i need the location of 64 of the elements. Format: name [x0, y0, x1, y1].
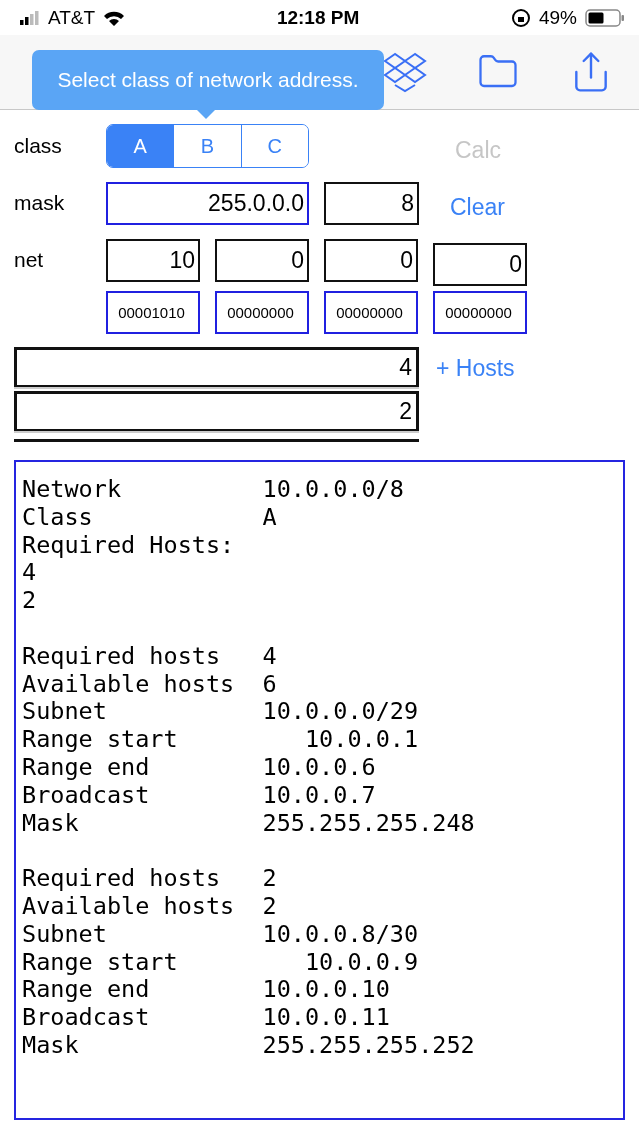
tooltip: Select class of network address.: [32, 50, 384, 110]
output-label: Broadcast: [22, 1004, 151, 1032]
output-label: Range end: [22, 753, 151, 782]
clock-time: 12:18 PM: [276, 6, 360, 29]
output-label: Required hosts: [22, 865, 222, 893]
output-value: 2: [262, 892, 277, 921]
octet-field[interactable]: 10: [106, 238, 200, 282]
output-text: Required Hosts:: [22, 531, 235, 560]
octet-field[interactable]: 0: [433, 242, 527, 286]
output-label: Network: [22, 476, 123, 504]
output-value: 10.0.0.11: [262, 1004, 390, 1032]
battery-icon: [585, 8, 625, 27]
output-value: 10.0.0.8/30: [262, 920, 419, 949]
output-value: 4: [262, 642, 277, 671]
octet-field[interactable]: 0: [324, 238, 418, 282]
output-value: 255.255.255.248: [262, 809, 475, 838]
wifi-icon: [103, 9, 126, 26]
clear-button[interactable]: Clear: [450, 193, 505, 221]
output-label: Range end: [22, 976, 151, 1005]
output-label: Range start: [22, 948, 179, 977]
battery-percent: 49%: [538, 6, 577, 29]
output-text: 4: [22, 559, 37, 588]
output-label: Available hosts: [22, 670, 236, 699]
output-value: 6: [262, 670, 277, 699]
output-value: 2: [262, 865, 277, 893]
output-label: Available hosts: [22, 892, 236, 921]
binary-field: 00000000: [324, 291, 418, 334]
tooltip-pointer-icon: [196, 109, 216, 119]
class-label: class: [14, 134, 63, 158]
net-label: net: [14, 248, 45, 272]
binary-field: 00000000: [433, 291, 527, 334]
output-value: 10.0.0.1: [304, 726, 419, 754]
output-label: Broadcast: [22, 781, 151, 810]
output-value: 10.0.0.0/29: [262, 698, 419, 727]
binary-field: 00001010: [106, 291, 200, 334]
output-value: 10.0.0.9: [304, 948, 419, 977]
class-segment[interactable]: C: [240, 125, 308, 167]
output-label: Subnet: [22, 698, 108, 727]
prefix-field[interactable]: 8: [324, 181, 419, 225]
output-label: Mask: [22, 809, 80, 838]
output-value: 10.0.0.0/8: [262, 476, 404, 504]
octet-field[interactable]: 0: [215, 238, 309, 282]
output-value: A: [262, 503, 277, 532]
carrier-name: AT&T: [48, 6, 96, 29]
class-segment[interactable]: A: [107, 125, 174, 167]
mask-label: mask: [14, 191, 66, 215]
output-label: Mask: [22, 1031, 80, 1060]
output-label: Range start: [22, 726, 179, 754]
output-value: 10.0.0.7: [262, 781, 376, 810]
signal-icon: [20, 10, 40, 25]
output-text: 2: [22, 587, 37, 615]
rotation-lock-icon: [510, 7, 531, 28]
output-label: Subnet: [22, 920, 108, 949]
add-hosts-button[interactable]: + Hosts: [436, 355, 515, 382]
output-value: 255.255.255.252: [262, 1031, 475, 1060]
hosts-field[interactable]: 2: [14, 391, 419, 431]
dropbox-icon[interactable]: [383, 51, 427, 93]
output-label: Class: [22, 503, 94, 532]
output-label: Required hosts: [22, 642, 222, 671]
output-value: 10.0.0.10: [262, 976, 390, 1005]
output-value: 10.0.0.6: [262, 753, 376, 782]
mask-field[interactable]: 255.0.0.0: [106, 181, 309, 225]
binary-field: 00000000: [215, 291, 309, 334]
hosts-field[interactable]: 4: [14, 347, 419, 387]
